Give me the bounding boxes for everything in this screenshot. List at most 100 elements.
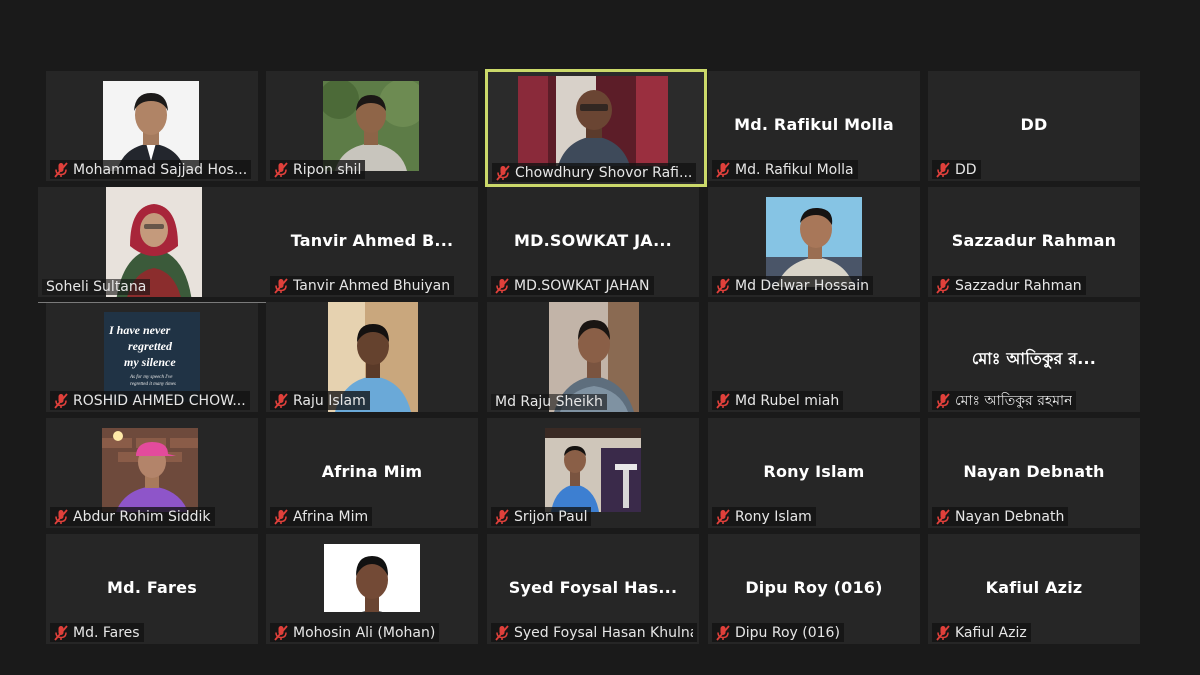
mic-muted-icon xyxy=(274,624,288,641)
participant-name-label: Srijon Paul xyxy=(514,508,588,525)
participant-tile-chowdhury-shovor-rafi[interactable]: Chowdhury Shovor Rafi... xyxy=(485,69,707,187)
participant-tile-srijon-paul[interactable]: Srijon Paul xyxy=(487,418,699,528)
mic-muted-icon xyxy=(274,508,288,525)
participant-name-tag: DD xyxy=(932,160,981,179)
mic-muted-icon xyxy=(936,161,950,178)
participant-name-label: Chowdhury Shovor Rafi... xyxy=(515,164,693,181)
participant-name-label: Kafiul Aziz xyxy=(955,624,1027,641)
participant-tile-participant[interactable]: মোঃ আতিকুর র... মোঃ আতিকুর রহমান xyxy=(928,302,1140,412)
mic-muted-icon xyxy=(54,392,68,409)
participant-name-tag: Mohosin Ali (Mohan) xyxy=(270,623,440,642)
participant-name-tag: ROSHID AHMED CHOW... xyxy=(50,391,250,410)
participant-tile-dd[interactable]: DD DD xyxy=(928,71,1140,181)
participant-name-tag: Abdur Rohim Siddik xyxy=(50,507,215,526)
participant-name-tag: Chowdhury Shovor Rafi... xyxy=(492,163,697,182)
participant-tile-tanvir-ahmed-bhuiyan[interactable]: Tanvir Ahmed B... Tanvir Ahmed Bhuiyan xyxy=(266,187,478,297)
tile-divider xyxy=(38,302,266,303)
mic-muted-icon xyxy=(936,624,950,641)
participant-tile-raju-islam[interactable]: Raju Islam xyxy=(266,302,478,412)
participant-tile-ripon-shil[interactable]: Ripon shil xyxy=(266,71,478,181)
participant-tile-md-rafikul-molla[interactable]: Md. Rafikul Molla Md. Rafikul Molla xyxy=(708,71,920,181)
mic-muted-icon xyxy=(495,624,509,641)
participant-name-tag: Srijon Paul xyxy=(491,507,592,526)
participant-tile-dipu-roy-016[interactable]: Dipu Roy (016) Dipu Roy (016) xyxy=(708,534,920,644)
participant-tile-md-raju-sheikh[interactable]: Md Raju Sheikh xyxy=(487,302,699,412)
participant-name-tag: MD.SOWKAT JAHAN xyxy=(491,276,654,295)
mic-muted-icon xyxy=(716,161,730,178)
participant-tile-soheli-sultana[interactable]: Soheli Sultana xyxy=(38,187,266,297)
participant-display-name: Sazzadur Rahman xyxy=(951,231,1117,250)
participant-display-name: Dipu Roy (016) xyxy=(745,578,883,597)
participant-name-label: DD xyxy=(955,161,977,178)
participant-tile-afrina-mim[interactable]: Afrina Mim Afrina Mim xyxy=(266,418,478,528)
svg-text:regretted: regretted xyxy=(128,339,173,353)
participant-name-tag: Dipu Roy (016) xyxy=(712,623,844,642)
participant-tile-md-delwar-hossain[interactable]: Md Delwar Hossain xyxy=(708,187,920,297)
participant-name-tag: Raju Islam xyxy=(270,391,370,410)
participant-tile-nayan-debnath[interactable]: Nayan Debnath Nayan Debnath xyxy=(928,418,1140,528)
participant-display-name: Rony Islam xyxy=(763,462,865,481)
participant-name-tag: Nayan Debnath xyxy=(932,507,1069,526)
participant-tile-md-rubel-miah[interactable]: Md Rubel miah xyxy=(708,302,920,412)
mic-muted-icon xyxy=(54,624,68,641)
participant-video: I have never regretted my silence As for my… xyxy=(104,312,200,402)
participant-display-name: Tanvir Ahmed B... xyxy=(290,231,454,250)
participant-display-name: Syed Foysal Has... xyxy=(508,578,678,597)
participant-name-label: Md. Fares xyxy=(73,624,140,641)
mic-muted-icon xyxy=(716,392,730,409)
svg-text:my silence: my silence xyxy=(124,355,176,369)
participant-tile-roshid-ahmed-chow[interactable]: I have never regretted my silence As for my… xyxy=(46,302,258,412)
participant-display-name: Nayan Debnath xyxy=(963,462,1105,481)
mic-muted-icon xyxy=(274,161,288,178)
participant-video xyxy=(324,544,420,612)
participant-name-label: Abdur Rohim Siddik xyxy=(73,508,211,525)
mic-muted-icon xyxy=(716,508,730,525)
participant-video xyxy=(103,81,199,171)
participant-name-label: MD.SOWKAT JAHAN xyxy=(514,277,650,294)
participant-name-tag: Ripon shil xyxy=(270,160,366,179)
participant-video xyxy=(766,197,862,287)
participant-tile-rony-islam[interactable]: Rony Islam Rony Islam xyxy=(708,418,920,528)
participant-display-name: Kafiul Aziz xyxy=(985,578,1083,597)
participant-name-tag: Sazzadur Rahman xyxy=(932,276,1086,295)
participant-name-tag: Md Rubel miah xyxy=(712,391,844,410)
svg-text:As for my speech I've: As for my speech I've xyxy=(129,375,173,380)
participant-tile-mohammad-sajjad-hos[interactable]: Mohammad Sajjad Hos... xyxy=(46,71,258,181)
participant-name-label: Md Raju Sheikh xyxy=(491,394,607,410)
participant-tile-md-sowkat-jahan[interactable]: MD.SOWKAT JA... MD.SOWKAT JAHAN xyxy=(487,187,699,297)
participant-name-label: Nayan Debnath xyxy=(955,508,1065,525)
participant-video xyxy=(518,76,668,176)
participant-name-label: Md Rubel miah xyxy=(735,392,840,409)
mic-muted-icon xyxy=(936,392,950,409)
participant-name-label: Sazzadur Rahman xyxy=(955,277,1082,294)
participant-name-tag: Afrina Mim xyxy=(270,507,373,526)
participant-name-label: মোঃ আতিকুর রহমান xyxy=(955,392,1073,409)
participant-display-name: Md. Fares xyxy=(107,578,197,597)
participant-tile-mohosin-ali-mohan[interactable]: Mohosin Ali (Mohan) xyxy=(266,534,478,644)
participant-tile-sazzadur-rahman[interactable]: Sazzadur Rahman Sazzadur Rahman xyxy=(928,187,1140,297)
participant-tile-syed-foysal-hasan-khulna[interactable]: Syed Foysal Has... Syed Foysal Hasan Khul… xyxy=(487,534,699,644)
participant-name-tag: মোঃ আতিকুর রহমান xyxy=(932,391,1077,410)
participant-grid: Mohammad Sajjad Hos... Ripon shil Chowdhur… xyxy=(0,0,1200,675)
participant-name-label: Soheli Sultana xyxy=(42,279,151,295)
mic-muted-icon xyxy=(936,508,950,525)
participant-name-label: Ripon shil xyxy=(293,161,362,178)
participant-display-name: DD xyxy=(1020,115,1048,134)
participant-display-name: মোঃ আতিকুর র... xyxy=(971,349,1097,368)
participant-name-label: Mohosin Ali (Mohan) xyxy=(293,624,436,641)
participant-name-label: Afrina Mim xyxy=(293,508,369,525)
participant-tile-md-fares[interactable]: Md. Fares Md. Fares xyxy=(46,534,258,644)
participant-video xyxy=(323,81,419,171)
participant-tile-kafiul-aziz[interactable]: Kafiul Aziz Kafiul Aziz xyxy=(928,534,1140,644)
participant-name-tag: Md Delwar Hossain xyxy=(712,276,873,295)
participant-name-tag: Mohammad Sajjad Hos... xyxy=(50,160,252,179)
participant-name-label: ROSHID AHMED CHOW... xyxy=(73,392,246,409)
participant-display-name: Afrina Mim xyxy=(321,462,423,481)
mic-muted-icon xyxy=(54,161,68,178)
mic-muted-icon xyxy=(496,164,510,181)
participant-tile-abdur-rohim-siddik[interactable]: Abdur Rohim Siddik xyxy=(46,418,258,528)
mic-muted-icon xyxy=(716,277,730,294)
participant-name-tag: Md. Fares xyxy=(50,623,144,642)
mic-muted-icon xyxy=(274,277,288,294)
mic-muted-icon xyxy=(495,277,509,294)
